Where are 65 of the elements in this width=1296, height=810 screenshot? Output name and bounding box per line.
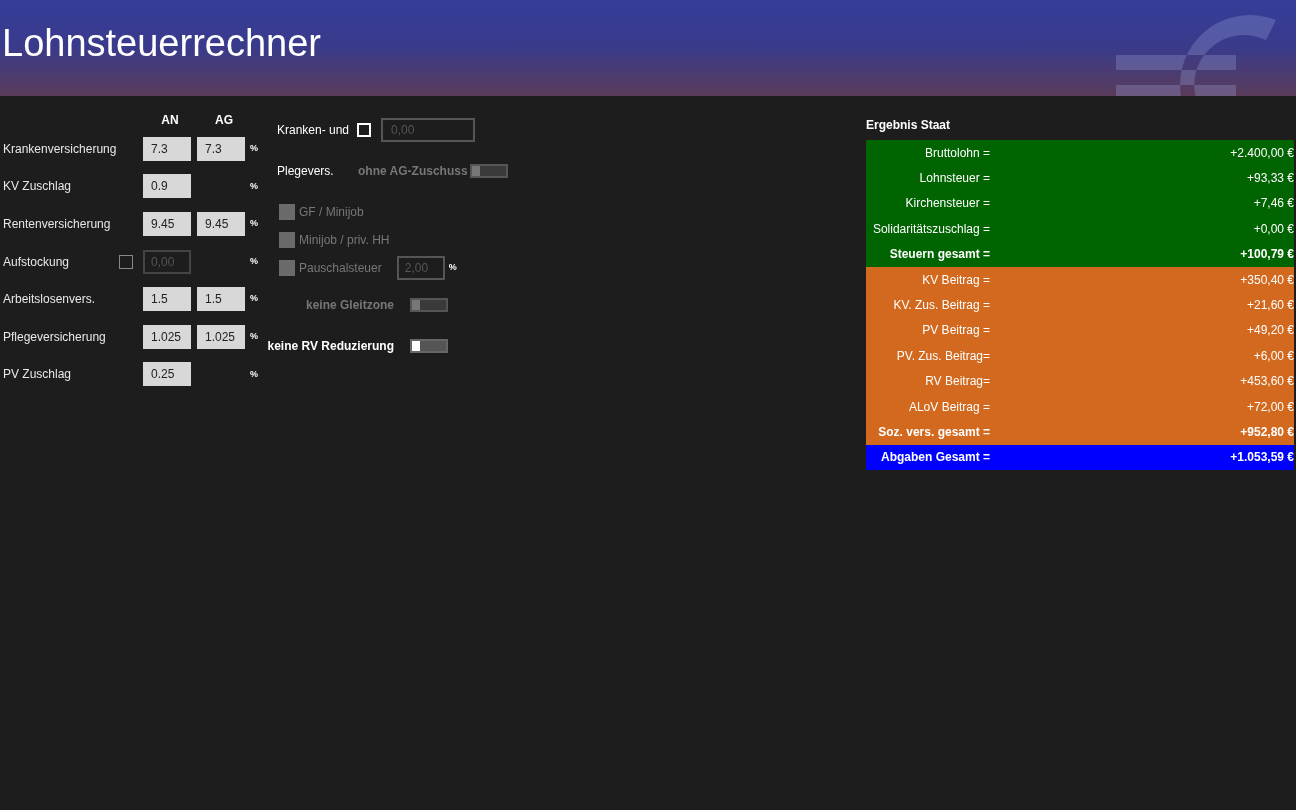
rate-input[interactable]: 1.025 xyxy=(143,324,191,349)
rate-input[interactable]: 9.45 xyxy=(197,212,245,236)
result-label: Soz. vers. gesamt = xyxy=(878,424,990,441)
result-label: Steuern gesamt = xyxy=(889,246,990,264)
result-value: +93,33 € xyxy=(1246,170,1294,188)
result-label: PV. Zus. Beitrag= xyxy=(896,347,990,365)
rate-input[interactable]: 7.3 xyxy=(197,136,245,161)
result-value: +7,46 € xyxy=(1253,195,1294,213)
field-label: Plegevers. xyxy=(277,163,335,180)
percent-sign: % xyxy=(250,254,258,268)
rate-input[interactable]: 7.3 xyxy=(143,136,191,161)
column-header: AG xyxy=(214,112,234,129)
rate-input[interactable]: 0.9 xyxy=(143,174,191,199)
result-value: +350,40 € xyxy=(1240,271,1294,289)
result-label: Lohnsteuer = xyxy=(919,170,990,188)
rate-input[interactable]: 1.5 xyxy=(197,287,245,312)
result-title: Ergebnis Staat xyxy=(866,117,952,134)
field-label: KV Zuschlag xyxy=(3,178,73,196)
result-value: +72,00 € xyxy=(1246,398,1294,416)
result-value: +1.053,59 € xyxy=(1230,449,1294,467)
result-label: PV Beitrag = xyxy=(922,322,990,340)
result-value: +2.400,00 € xyxy=(1230,144,1294,162)
result-label: KV. Zus. Beitrag = xyxy=(893,297,990,315)
percent-sign: % xyxy=(250,142,258,156)
toggle-label: keine RV Reduzierung xyxy=(267,338,394,355)
toggle-switch[interactable] xyxy=(410,339,448,353)
field-label: Rentenversicherung xyxy=(3,216,112,233)
percent-sign: % xyxy=(250,330,258,343)
field-label: Aufstockung xyxy=(3,253,71,271)
result-value: +49,20 € xyxy=(1246,322,1294,340)
rate-input[interactable]: 1.5 xyxy=(143,287,191,312)
field-label: PV Zuschlag xyxy=(3,366,73,384)
rate-input[interactable]: 1.025 xyxy=(197,324,245,349)
result-label: Solidaritätszuschlag = xyxy=(872,220,990,238)
checkbox[interactable] xyxy=(119,254,133,269)
field-label: Krankenversicherung xyxy=(3,140,118,158)
result-value: +100,79 € xyxy=(1240,246,1294,264)
app-title: Lohnsteuerrechner xyxy=(1,20,321,66)
percent-sign: % xyxy=(250,292,258,306)
result-value: +6,00 € xyxy=(1253,347,1294,365)
percent-sign: % xyxy=(250,367,258,381)
result-value: +21,60 € xyxy=(1246,297,1294,315)
result-value: +453,60 € xyxy=(1240,373,1294,391)
field-label: Kranken- und xyxy=(277,122,351,139)
result-value: +952,80 € xyxy=(1240,424,1294,441)
field-label: Pflegeversicherung xyxy=(3,328,107,346)
column-header: AN xyxy=(160,112,180,129)
result-label: Abgaben Gesamt = xyxy=(880,449,990,467)
field-label: Arbeitslosenvers. xyxy=(3,291,97,309)
result-label: ALoV Beitrag = xyxy=(908,398,990,416)
result-value: +0,00 € xyxy=(1253,220,1294,238)
toggle-label: ohne AG-Zuschuss xyxy=(358,163,469,180)
percent-sign: % xyxy=(448,261,457,275)
rate-input[interactable]: 0.25 xyxy=(143,362,191,387)
checkbox-label: GF / Minijob xyxy=(299,204,364,221)
percent-sign: % xyxy=(250,179,258,193)
percent-sign: % xyxy=(250,217,258,231)
result-label: Bruttolohn = xyxy=(924,144,990,162)
checkbox-label: Pauschalsteuer xyxy=(299,260,382,277)
rate-input[interactable]: 9.45 xyxy=(143,212,191,236)
result-label: Kirchensteuer = xyxy=(905,195,990,213)
result-label: KV Beitrag = xyxy=(922,271,990,289)
result-label: RV Beitrag= xyxy=(925,373,990,391)
checkbox-label: Minijob / priv. HH xyxy=(299,232,390,249)
toggle-label: keine Gleitzone xyxy=(305,297,394,314)
